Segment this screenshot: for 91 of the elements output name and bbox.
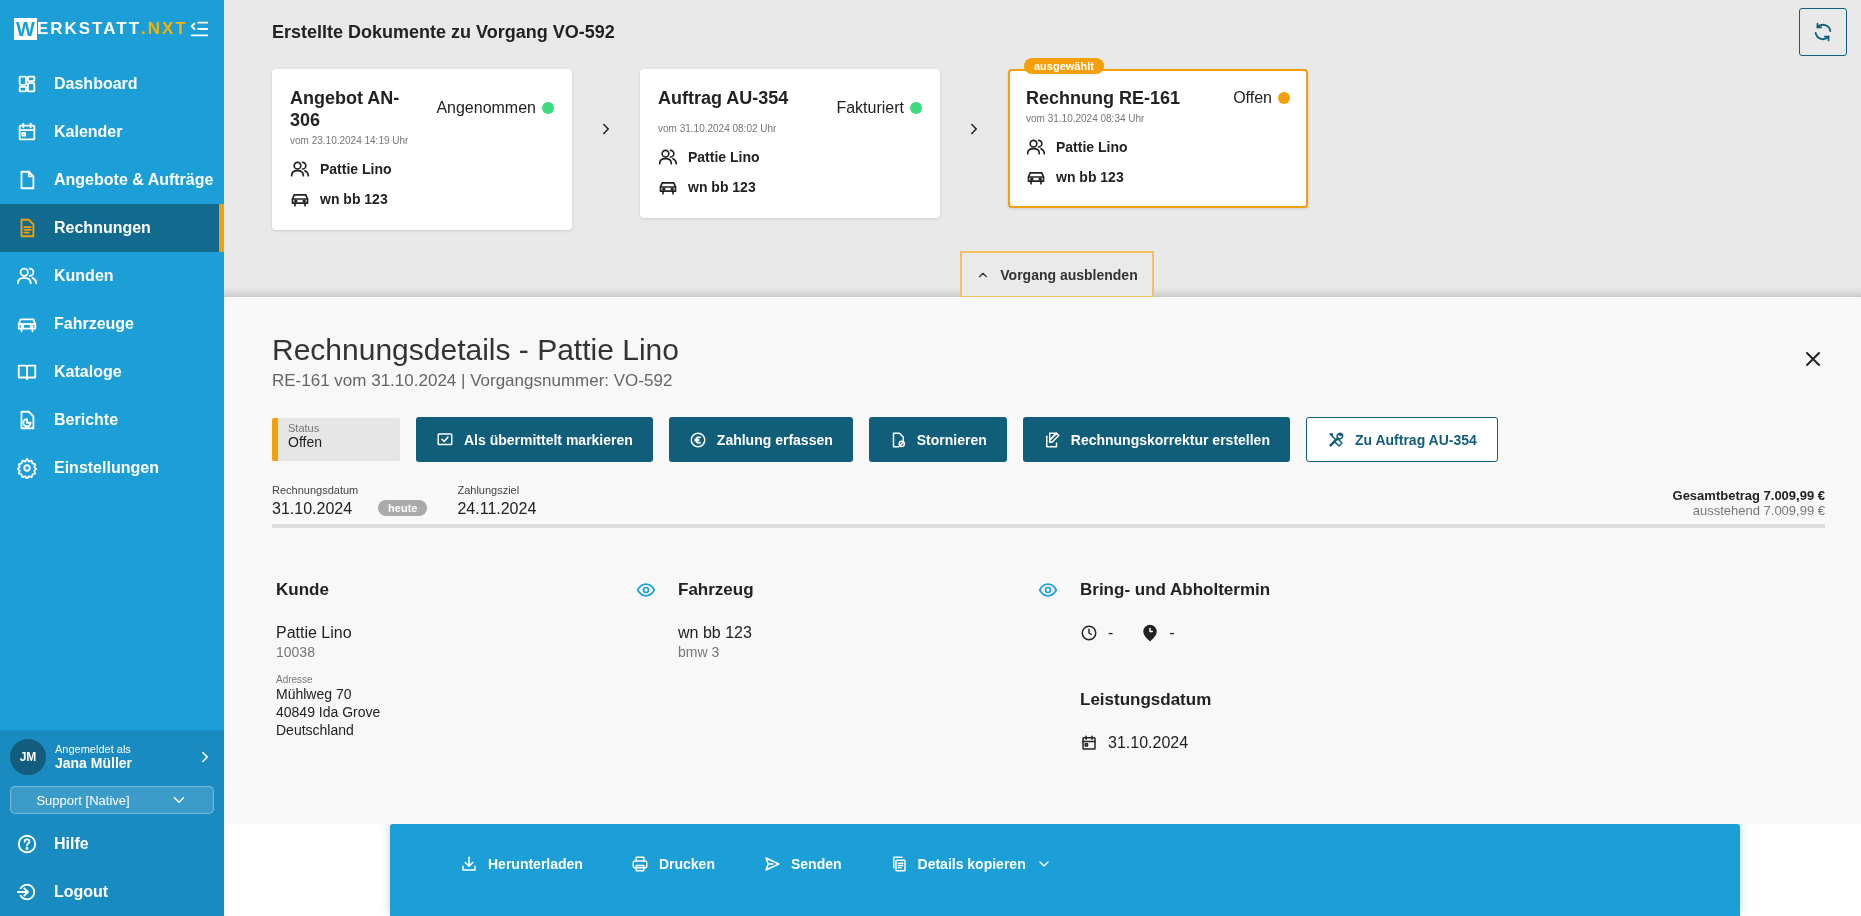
action-button[interactable]: Rechnungskorrektur erstellen — [1022, 417, 1290, 462]
download-icon — [460, 855, 478, 873]
page-title: Rechnungsdetails - Pattie Lino — [272, 333, 679, 367]
settings-icon — [16, 457, 38, 479]
nav-item[interactable]: Rechnungen — [0, 204, 224, 252]
action-button[interactable]: Zahlung erfassen — [668, 417, 853, 462]
users-icon — [290, 159, 310, 179]
role-select[interactable]: Support [Native] — [10, 786, 214, 814]
page-subtitle: RE-161 vom 31.10.2024 | Vorgangsnummer: VO-592 — [272, 371, 674, 391]
user-caption: Angemeldet als — [55, 743, 132, 755]
status-field: Status Offen — [272, 418, 400, 461]
today-badge: heute — [378, 500, 428, 516]
nav-item[interactable]: Logout — [0, 868, 224, 916]
app-logo: WERKSTATT.NXT — [14, 18, 188, 40]
status-label: Fakturiert — [836, 99, 904, 117]
total-amount: Gesamtbetrag 7.009,99 € — [1672, 488, 1825, 503]
refresh-icon — [1812, 21, 1834, 43]
nav-item[interactable]: Hilfe — [0, 820, 224, 868]
nav-item[interactable]: Fahrzeuge — [0, 300, 224, 348]
date-label: Zahlungsziel — [457, 484, 521, 496]
pickup-time: - — [1169, 624, 1175, 642]
clock-icon — [1080, 624, 1098, 642]
calendar-icon — [16, 121, 38, 143]
calendar-icon — [1080, 734, 1098, 752]
section-title: Erstellte Dokumente zu Vorgang VO-592 — [272, 22, 615, 44]
nav-item[interactable]: Angebote & Aufträge — [0, 156, 224, 204]
selected-badge: ausgewählt — [1024, 58, 1104, 74]
card-title: Auftrag AU-354 — [658, 87, 789, 110]
users-icon — [1026, 137, 1046, 157]
outstanding-amount: ausstehend 7.009,99 € — [1691, 503, 1825, 518]
dashboard-icon — [16, 73, 38, 95]
vehicle-plate: wn bb 123 — [320, 191, 388, 207]
customer-name: Pattie Lino — [1056, 139, 1128, 155]
nav-item[interactable]: Berichte — [0, 396, 224, 444]
user-name: Jana Müller — [55, 755, 134, 771]
address-line: Mühlweg 70 — [276, 685, 353, 703]
drop-off-time: - — [1108, 624, 1114, 642]
card-title: Rechnung RE-161 — [1026, 87, 1181, 109]
toolbar-button[interactable]: Senden — [762, 855, 842, 873]
section-heading: Bring- und Abholtermin — [1080, 580, 1271, 600]
refresh-button[interactable] — [1799, 8, 1847, 56]
address-line: Deutschland — [276, 721, 355, 739]
nav-item[interactable]: Kataloge — [0, 348, 224, 396]
users-icon — [658, 147, 678, 167]
section-heading: Kunde — [276, 580, 329, 600]
hide-process-button[interactable]: Vorgang ausblenden — [960, 251, 1154, 298]
date-value: 31.10.2024 — [272, 500, 353, 517]
tools-icon — [1326, 430, 1345, 449]
eye-icon[interactable] — [1038, 580, 1058, 600]
card-title: Angebot AN-306 — [290, 87, 401, 131]
eye-icon[interactable] — [636, 580, 656, 600]
nav-item[interactable]: Einstellungen — [0, 444, 224, 492]
action-button[interactable]: Zu Auftrag AU-354 — [1305, 417, 1498, 462]
address-label: Adresse — [276, 674, 314, 685]
status-label: Offen — [1233, 89, 1272, 107]
vehicle-plate: wn bb 123 — [1056, 169, 1124, 185]
document-card[interactable]: Auftrag AU-354 Fakturiert vom 31.10.2024 08:02 Uhr Pattie Lino wn bb 123 — [640, 69, 940, 218]
date-label: Rechnungsdatum — [272, 484, 360, 496]
users-icon — [16, 265, 38, 287]
card-date: vom 31.10.2024 08:02 Uhr — [658, 123, 778, 134]
card-date: vom 31.10.2024 08:34 Uhr — [1026, 113, 1146, 124]
customer-number: 10038 — [276, 644, 316, 660]
customer-name: Pattie Lino — [320, 161, 392, 177]
status-label: Angenommen — [436, 99, 536, 117]
help-icon — [16, 833, 38, 855]
send-icon — [762, 855, 781, 873]
action-button[interactable]: Als übermittelt markieren — [416, 417, 653, 462]
section-heading: Fahrzeug — [678, 580, 754, 600]
address-line: 40849 Ida Grove — [276, 703, 382, 721]
document-card[interactable]: Angebot AN-306 Angenommen vom 23.10.2024 14:19 Uhr Pattie Lino wn bb 123 — [272, 69, 572, 230]
euro-icon — [688, 430, 707, 449]
vehicle-plate: wn bb 123 — [688, 179, 756, 195]
toolbar-button[interactable]: Herunterladen — [460, 855, 583, 873]
avatar: JM — [10, 739, 46, 775]
logout-icon — [16, 881, 38, 903]
section-heading: Leistungsdatum — [1080, 690, 1212, 710]
nav-item[interactable]: Dashboard — [0, 60, 224, 108]
toolbar-button[interactable]: Details kopieren — [889, 855, 1052, 873]
printer-icon — [630, 855, 649, 873]
card-date: vom 23.10.2024 14:19 Uhr — [290, 135, 410, 146]
customer-name: Pattie Lino — [688, 149, 760, 165]
vehicle-model: bmw 3 — [678, 644, 721, 660]
toolbar-button[interactable]: Drucken — [630, 855, 715, 873]
nav-item[interactable]: Kunden — [0, 252, 224, 300]
customer-name: Pattie Lino — [276, 624, 353, 642]
service-date: 31.10.2024 — [1108, 734, 1189, 752]
action-button[interactable]: Stornieren — [868, 417, 1007, 462]
vehicle-plate: wn bb 123 — [678, 624, 753, 642]
clock-pin-icon — [1141, 624, 1160, 642]
date-value: 24.11.2024 — [457, 500, 537, 517]
nav-item[interactable]: Kalender — [0, 108, 224, 156]
